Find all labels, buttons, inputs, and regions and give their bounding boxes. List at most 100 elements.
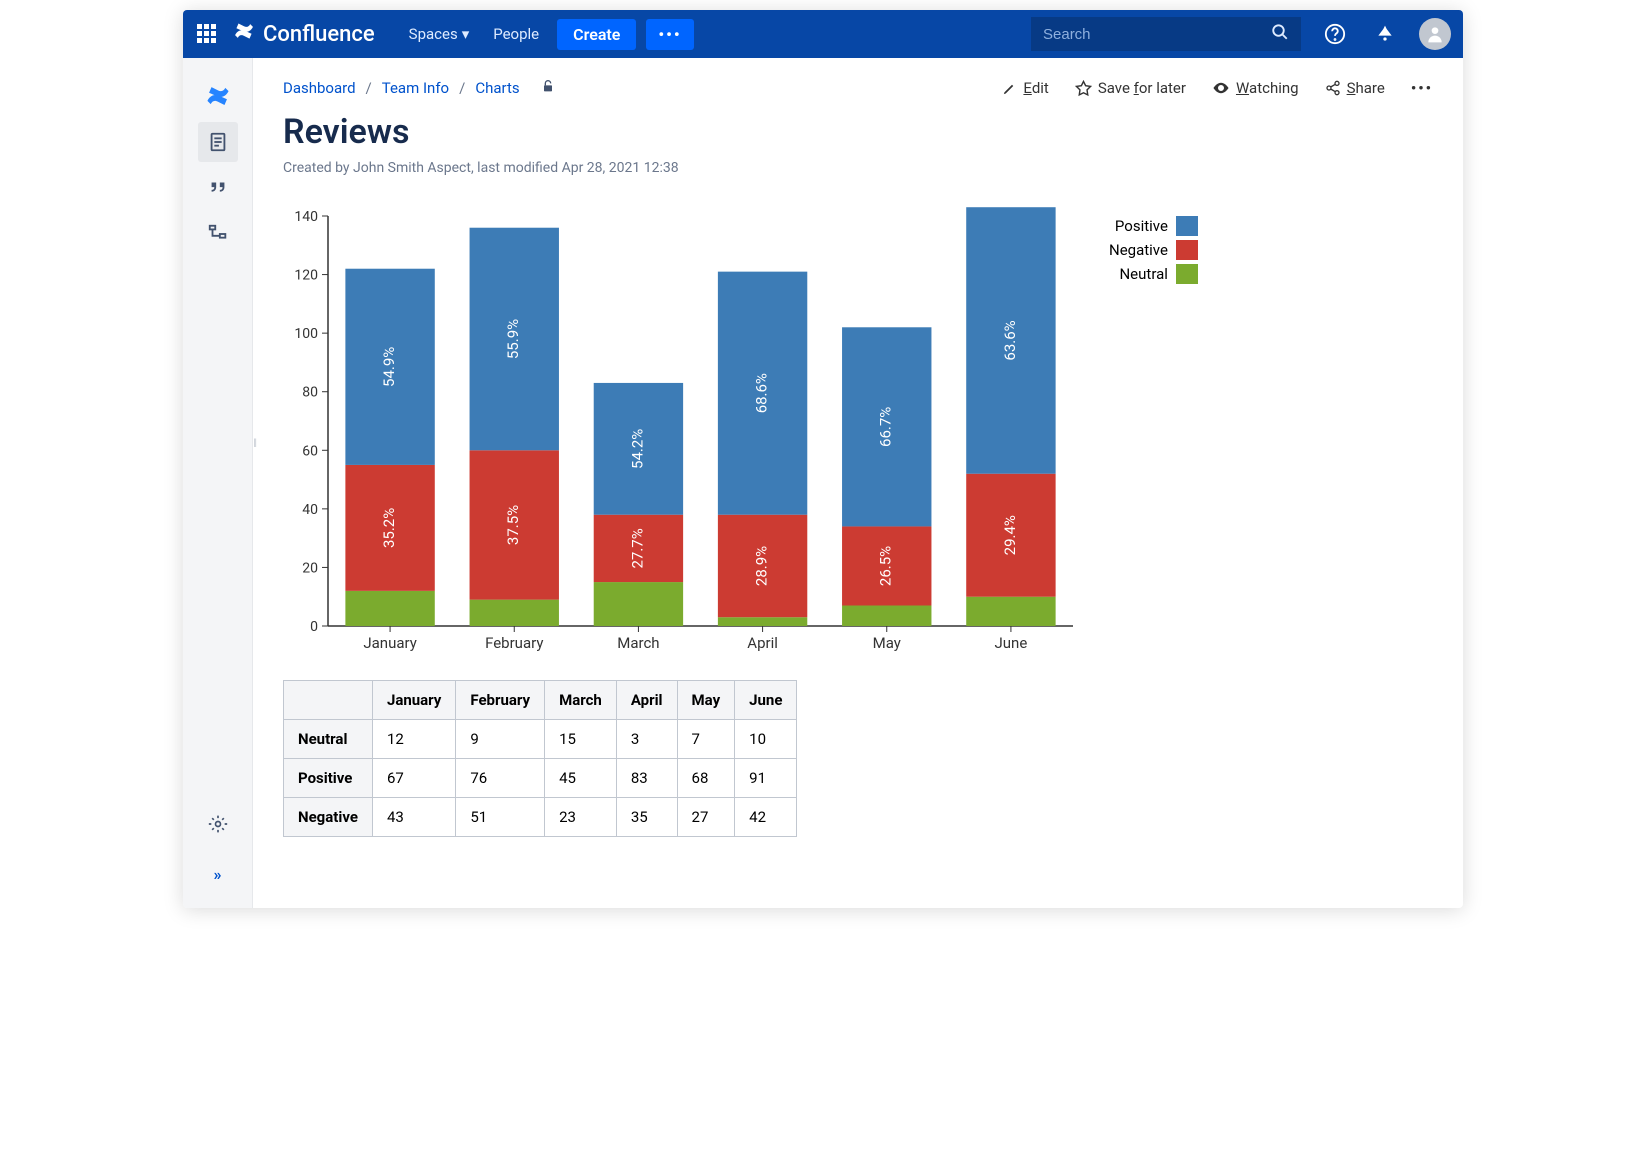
top-nav: Confluence Spaces ▾ People Create •••	[183, 10, 1463, 58]
legend-swatch-positive	[1176, 216, 1198, 236]
svg-text:26.5%: 26.5%	[877, 546, 895, 586]
table-col-header: April	[616, 681, 677, 720]
table-cell: 45	[545, 759, 617, 798]
svg-text:40: 40	[302, 502, 318, 518]
legend-negative: Negative	[1109, 240, 1198, 260]
table-cell: 27	[677, 798, 735, 837]
chart-legend: Positive Negative Neutral	[1109, 216, 1198, 660]
svg-text:28.9%: 28.9%	[753, 546, 771, 586]
svg-text:April: April	[747, 634, 778, 652]
table-row-header: Positive	[284, 759, 373, 798]
menu-people[interactable]: People	[483, 19, 549, 49]
table-cell: 15	[545, 720, 617, 759]
svg-text:120: 120	[294, 268, 318, 284]
sidebar-collapse-icon[interactable]: »	[198, 854, 238, 894]
table-cell: 7	[677, 720, 735, 759]
apps-switcher-icon[interactable]	[195, 22, 219, 46]
left-sidebar: || »	[183, 58, 253, 908]
top-menu: Spaces ▾ People Create •••	[399, 19, 694, 50]
table-cell: 67	[372, 759, 455, 798]
svg-text:54.2%: 54.2%	[628, 429, 646, 469]
sidebar-resize-handle[interactable]: ||	[253, 438, 256, 449]
confluence-mark-icon	[233, 20, 255, 48]
table-row-header: Negative	[284, 798, 373, 837]
page-title: Reviews	[283, 112, 1433, 152]
help-icon[interactable]	[1319, 18, 1351, 50]
share-button[interactable]: Share	[1325, 79, 1385, 97]
svg-text:55.9%: 55.9%	[504, 319, 522, 359]
svg-text:63.6%: 63.6%	[1001, 320, 1019, 360]
search-icon	[1271, 23, 1289, 45]
table-col-header: January	[372, 681, 455, 720]
save-for-later-button[interactable]: Save for later	[1075, 79, 1186, 97]
data-table: JanuaryFebruaryMarchAprilMayJuneNeutral1…	[283, 680, 797, 837]
table-cell: 76	[456, 759, 545, 798]
legend-swatch-neutral	[1176, 264, 1198, 284]
table-cell: 42	[735, 798, 797, 837]
product-name: Confluence	[263, 22, 375, 47]
page-meta: Created by John Smith Aspect, last modif…	[283, 160, 1433, 176]
chart: 0 20 40 60 80 100 120 140 35.2% 54.9% January 37.5%…	[283, 206, 1083, 660]
more-button[interactable]: •••	[646, 19, 693, 50]
svg-text:27.7%: 27.7%	[628, 528, 646, 568]
sidebar-quote-icon[interactable]	[198, 168, 238, 208]
svg-text:68.6%: 68.6%	[753, 373, 771, 413]
table-col-header: March	[545, 681, 617, 720]
menu-spaces[interactable]: Spaces ▾	[399, 19, 480, 49]
table-col-header: May	[677, 681, 735, 720]
sidebar-pages-icon[interactable]	[198, 122, 238, 162]
table-cell: 12	[372, 720, 455, 759]
svg-text:80: 80	[302, 385, 318, 401]
svg-text:February: February	[485, 634, 543, 652]
svg-text:0: 0	[310, 619, 318, 635]
edit-button[interactable]: Edit	[1002, 79, 1048, 97]
svg-text:37.5%: 37.5%	[504, 505, 522, 545]
sidebar-tree-icon[interactable]	[198, 214, 238, 254]
sidebar-settings-icon[interactable]	[198, 804, 238, 844]
avatar[interactable]	[1419, 18, 1451, 50]
watching-button[interactable]: Watching	[1212, 79, 1299, 97]
table-cell: 51	[456, 798, 545, 837]
page-more-icon[interactable]: •••	[1411, 79, 1433, 97]
search-box[interactable]	[1031, 17, 1301, 51]
svg-text:35.2%: 35.2%	[380, 508, 398, 548]
table-cell: 68	[677, 759, 735, 798]
svg-text:March: March	[617, 634, 659, 652]
breadcrumb-charts[interactable]: Charts	[475, 79, 519, 97]
svg-text:June: June	[995, 634, 1028, 652]
table-cell: 43	[372, 798, 455, 837]
page-actions: Edit Save for later Watching Share •••	[1002, 79, 1433, 97]
legend-swatch-negative	[1176, 240, 1198, 260]
table-cell: 10	[735, 720, 797, 759]
breadcrumb-team-info[interactable]: Team Info	[382, 79, 449, 97]
svg-text:January: January	[363, 634, 416, 652]
svg-text:140: 140	[294, 209, 318, 225]
svg-text:100: 100	[294, 326, 318, 342]
table-corner	[284, 681, 373, 720]
search-input[interactable]	[1043, 26, 1271, 43]
svg-text:20: 20	[302, 560, 318, 576]
notifications-icon[interactable]	[1369, 18, 1401, 50]
table-col-header: February	[456, 681, 545, 720]
breadcrumb: Dashboard / Team Info / Charts	[283, 78, 556, 98]
lock-icon[interactable]	[540, 78, 556, 98]
svg-text:54.9%: 54.9%	[380, 347, 398, 387]
table-col-header: June	[735, 681, 797, 720]
svg-text:60: 60	[302, 443, 318, 459]
main-content: Dashboard / Team Info / Charts Edit	[253, 58, 1463, 908]
table-cell: 35	[616, 798, 677, 837]
table-cell: 3	[616, 720, 677, 759]
create-button[interactable]: Create	[557, 19, 636, 50]
sidebar-space-icon[interactable]	[198, 76, 238, 116]
table-cell: 9	[456, 720, 545, 759]
legend-neutral: Neutral	[1109, 264, 1198, 284]
breadcrumb-dashboard[interactable]: Dashboard	[283, 79, 356, 97]
legend-positive: Positive	[1109, 216, 1198, 236]
svg-text:66.7%: 66.7%	[877, 407, 895, 447]
table-cell: 91	[735, 759, 797, 798]
table-cell: 83	[616, 759, 677, 798]
table-cell: 23	[545, 798, 617, 837]
confluence-logo[interactable]: Confluence	[233, 20, 375, 48]
chevron-down-icon: ▾	[462, 25, 470, 43]
table-row-header: Neutral	[284, 720, 373, 759]
